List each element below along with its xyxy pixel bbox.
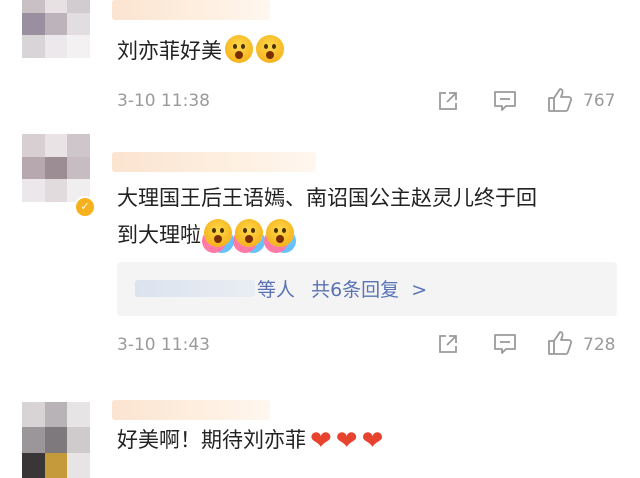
- like-button[interactable]: [546, 86, 574, 114]
- username-blurred[interactable]: [112, 152, 316, 172]
- share-button[interactable]: [436, 332, 460, 356]
- heart-emoji-icon: ❤: [310, 426, 332, 456]
- scream-emoji-icon: [225, 35, 253, 63]
- cheer-emoji-icon: [235, 219, 263, 247]
- cheer-emoji-icon: [266, 219, 294, 247]
- timestamp: 3-10 11:43: [117, 335, 210, 355]
- replies-preview[interactable]: 等人 共6条回复 >: [117, 262, 617, 316]
- thumbs-up-icon: [548, 88, 573, 112]
- heart-emoji-icon: ❤: [335, 426, 358, 456]
- timestamp: 3-10 11:38: [117, 91, 210, 111]
- username-blurred[interactable]: [112, 0, 270, 20]
- comment-button[interactable]: [492, 332, 518, 356]
- comment-line-2: 到大理啦: [117, 217, 537, 254]
- cheer-emoji-icon: [204, 219, 232, 247]
- comment-body: 刘亦菲好美: [117, 39, 222, 63]
- avatar[interactable]: [22, 402, 90, 478]
- avatar[interactable]: [22, 0, 90, 58]
- comment-button[interactable]: [492, 89, 518, 113]
- like-count: 767: [583, 91, 616, 111]
- thumbs-up-icon: [548, 331, 573, 355]
- share-icon: [439, 335, 457, 353]
- reply-users-label: 等人: [257, 279, 296, 301]
- comment-text: 刘亦菲好美: [117, 33, 284, 70]
- comment-text: 大理国王后王语嫣、南诏国公主赵灵儿终于回 到大理啦: [117, 180, 537, 254]
- heart-emoji-icon: ❤: [361, 426, 384, 456]
- reply-user-blurred: [135, 280, 255, 297]
- replies-summary[interactable]: 等人 共6条回复 >: [257, 275, 427, 302]
- comment-text: 好美啊！期待刘亦菲 ❤ ❤ ❤: [117, 422, 383, 460]
- scream-emoji-icon: [256, 35, 284, 63]
- comment-line: 到大理啦: [117, 223, 201, 247]
- reply-count-link[interactable]: 共6条回复: [311, 279, 399, 301]
- comment-body: 好美啊！期待刘亦菲: [117, 428, 306, 452]
- avatar[interactable]: [22, 134, 90, 202]
- like-count: 728: [583, 335, 616, 355]
- chevron-right-icon: >: [411, 279, 428, 301]
- share-icon: [439, 92, 457, 110]
- share-button[interactable]: [436, 89, 460, 113]
- verified-badge-icon: ✓: [74, 196, 96, 218]
- username-blurred[interactable]: [112, 400, 270, 420]
- comment-icon: [494, 91, 516, 111]
- like-button[interactable]: [546, 329, 574, 357]
- comment-line: 大理国王后王语嫣、南诏国公主赵灵儿终于回: [117, 186, 537, 210]
- comment-icon: [494, 334, 516, 354]
